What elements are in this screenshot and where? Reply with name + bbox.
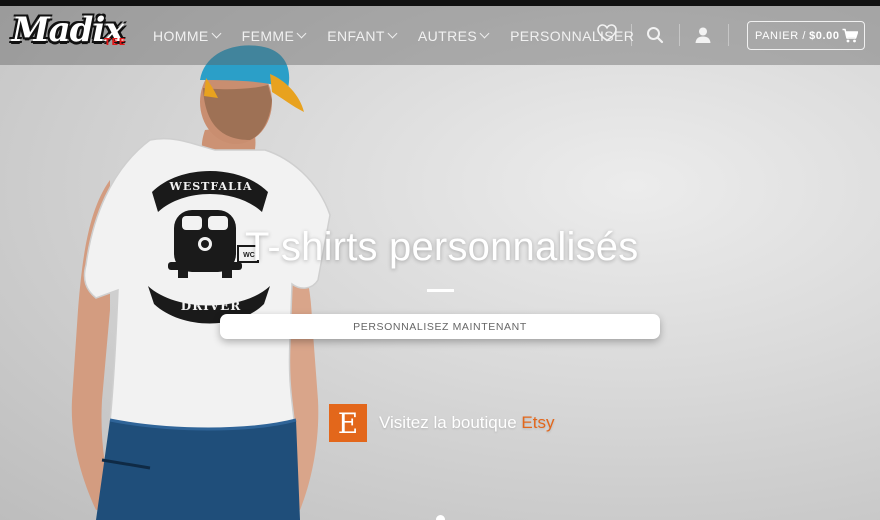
etsy-shop-link[interactable]: Visitez la boutique Etsy (379, 413, 554, 433)
nav-label: HOMME (153, 27, 209, 44)
etsy-link-prefix: Visitez la boutique (379, 413, 517, 432)
customize-now-button[interactable]: PERSONNALISEZ MAINTENANT (220, 314, 660, 339)
site-logo[interactable]: Madix TEE (12, 10, 130, 54)
cart-amount: $0.00 (809, 29, 840, 42)
header-divider (631, 24, 632, 46)
etsy-link-accent: Etsy (521, 413, 555, 432)
cart-label: PANIER / (755, 29, 807, 42)
hero-headline: T-shirts personnalisés (245, 225, 639, 269)
search-icon[interactable] (646, 26, 664, 44)
cart-button[interactable]: PANIER / $0.00 (747, 21, 865, 50)
chevron-down-icon (211, 28, 222, 39)
nav-item-autres[interactable]: AUTRES (417, 27, 490, 44)
chevron-down-icon (387, 28, 398, 39)
nav-label: ENFANT (327, 27, 385, 44)
shirt-print-bottom-text: DRIVER (180, 299, 242, 313)
chevron-down-icon (479, 28, 490, 39)
nav-label: AUTRES (417, 27, 478, 44)
slider-dot[interactable] (436, 515, 445, 520)
etsy-logo-icon[interactable]: E (329, 404, 367, 442)
logo-suffix: TEE (104, 37, 126, 48)
heart-icon[interactable] (597, 24, 617, 42)
nav-item-enfant[interactable]: ENFANT (327, 27, 398, 44)
chevron-down-icon (296, 28, 307, 39)
nav-item-homme[interactable]: HOMME (153, 27, 222, 44)
header-divider (679, 24, 680, 46)
headline-divider (427, 289, 454, 292)
nav-item-femme[interactable]: FEMME (241, 27, 307, 44)
nav-label: FEMME (241, 27, 295, 44)
shirt-print-top-text: WESTFALIA (169, 180, 253, 193)
cart-icon (842, 28, 858, 43)
header-divider (728, 24, 729, 46)
user-icon[interactable] (694, 26, 712, 44)
model-image (71, 45, 331, 520)
main-nav: HOMME FEMME ENFANT AUTRES PERSONNALISER (153, 6, 656, 65)
